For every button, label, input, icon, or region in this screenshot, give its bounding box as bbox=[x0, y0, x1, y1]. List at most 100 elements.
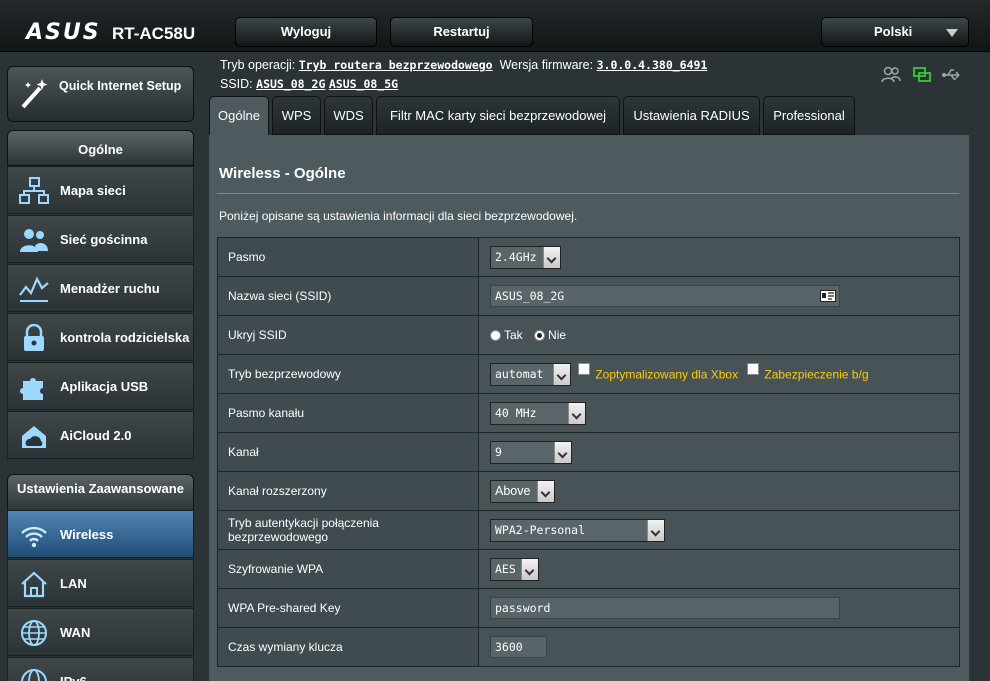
sidebar-item-label: Wireless bbox=[60, 527, 114, 542]
table-row: WPA Pre-shared Key password bbox=[217, 588, 960, 628]
auth-method-label: Tryb autentykacji połączenia bezprzewodo… bbox=[217, 510, 479, 550]
ssid-5g-link[interactable]: ASUS_08_5G bbox=[329, 77, 398, 91]
hide-ssid-label: Ukryj SSID bbox=[217, 315, 479, 355]
table-row: Czas wymiany klucza 3600 bbox=[217, 627, 960, 667]
chevron-down-icon bbox=[521, 558, 538, 580]
wireless-mode-value: automat bbox=[495, 366, 544, 381]
sidebar-item-lan[interactable]: LAN bbox=[7, 559, 194, 607]
chevron-down-icon bbox=[553, 363, 570, 385]
tab-wps[interactable]: WPS bbox=[272, 96, 321, 135]
usb-application-icon bbox=[20, 378, 43, 400]
table-row: Szyfrowanie WPA AES bbox=[217, 549, 960, 589]
ipv6-globe-icon bbox=[21, 669, 47, 681]
chevron-down-icon bbox=[946, 29, 958, 37]
tab-professional[interactable]: Professional bbox=[763, 96, 855, 135]
sidebar-item-wan[interactable]: WAN bbox=[7, 608, 194, 656]
table-row: Tryb bezprzewodowy automat Zoptymalizowa… bbox=[217, 354, 960, 394]
wireless-mode-select[interactable]: automat bbox=[490, 362, 571, 386]
ext-channel-value: Above bbox=[495, 483, 531, 498]
network-map-icon bbox=[19, 177, 49, 204]
asus-logo: ASUS bbox=[26, 20, 101, 45]
id-card-icon bbox=[820, 290, 836, 302]
status-line-ssid: SSID: ASUS_08_2G ASUS_08_5G bbox=[220, 77, 398, 91]
tab-wds[interactable]: WDS bbox=[324, 96, 373, 135]
sidebar-item-network-map[interactable]: Mapa sieci bbox=[7, 166, 194, 214]
ssid-input[interactable]: ASUS_08_2G bbox=[490, 285, 840, 307]
ext-channel-select[interactable]: Above bbox=[490, 479, 555, 503]
hide-ssid-yes-radio[interactable] bbox=[490, 329, 501, 341]
usb-icon[interactable] bbox=[941, 65, 963, 85]
wireless-mode-label: Tryb bezprzewodowy bbox=[217, 354, 479, 394]
sidebar-item-guest-network[interactable]: Sieć gościnna bbox=[7, 215, 194, 263]
aicloud-icon bbox=[22, 426, 46, 448]
chevron-down-icon bbox=[647, 519, 664, 541]
sidebar-item-parental-control[interactable]: kontrola rodzicielska bbox=[7, 313, 194, 361]
sidebar-item-wireless[interactable]: Wireless bbox=[7, 510, 194, 558]
key-rotation-input[interactable]: 3600 bbox=[490, 636, 547, 658]
logout-button[interactable]: Wyloguj bbox=[235, 17, 377, 47]
page-title: Wireless - Ogólne bbox=[219, 165, 346, 182]
reboot-button[interactable]: Restartuj bbox=[390, 17, 533, 47]
wan-globe-icon bbox=[21, 620, 47, 646]
sidebar-item-traffic-manager[interactable]: Menadżer ruchu bbox=[7, 264, 194, 312]
xbox-optimized-checkbox[interactable] bbox=[578, 362, 591, 375]
sidebar-item-label: Aplikacja USB bbox=[60, 379, 149, 394]
wpa-encryption-select[interactable]: AES bbox=[490, 557, 539, 581]
sidebar-item-aicloud[interactable]: AiCloud 2.0 bbox=[7, 411, 194, 459]
tab-radius[interactable]: Ustawienia RADIUS bbox=[623, 96, 760, 135]
psk-input[interactable]: password bbox=[490, 597, 840, 619]
traffic-manager-icon bbox=[19, 276, 49, 302]
bandwidth-label: Pasmo kanału bbox=[217, 393, 479, 433]
band-select[interactable]: 2.4GHz bbox=[490, 245, 561, 269]
op-mode-link[interactable]: Tryb routera bezprzewodowego bbox=[299, 58, 493, 72]
clients-icon[interactable] bbox=[880, 65, 902, 85]
status-line-operation: Tryb operacji: Tryb routera bezprzewodow… bbox=[220, 58, 707, 72]
ssid-label: Nazwa sieci (SSID) bbox=[217, 276, 479, 316]
table-row: Kanał 9 bbox=[217, 432, 960, 472]
internet-status-icon[interactable] bbox=[911, 65, 933, 85]
sidebar-item-label: kontrola rodzicielska bbox=[60, 330, 190, 345]
section-general-header: Ogólne bbox=[7, 130, 194, 166]
sidebar-item-ipv6[interactable]: IPv6 bbox=[7, 657, 194, 681]
main-panel: Wireless - Ogólne Poniżej opisane są ust… bbox=[209, 135, 969, 681]
auth-method-select[interactable]: WPA2-Personal bbox=[490, 518, 665, 542]
firmware-link[interactable]: 3.0.0.4.380_6491 bbox=[597, 58, 708, 72]
channel-label: Kanał bbox=[217, 432, 479, 472]
title-divider bbox=[217, 193, 959, 194]
wpa-encryption-label: Szyfrowanie WPA bbox=[217, 549, 479, 589]
band-label: Pasmo bbox=[217, 237, 479, 277]
channel-value: 9 bbox=[495, 444, 502, 459]
top-header: ASUS RT-AC58U Wyloguj Restartuj Polski bbox=[0, 0, 990, 52]
firmware-label: Wersja firmware: bbox=[499, 58, 594, 72]
band-value: 2.4GHz bbox=[495, 249, 537, 264]
channel-select[interactable]: 9 bbox=[490, 440, 572, 464]
guest-network-icon bbox=[20, 229, 48, 252]
tab-general[interactable]: Ogólne bbox=[209, 96, 269, 135]
wireless-settings-table: Pasmo 2.4GHz Nazwa sieci (SSID) ASUS_08_… bbox=[217, 237, 960, 667]
ssid-2g-link[interactable]: ASUS_08_2G bbox=[256, 77, 325, 91]
quick-internet-setup-button[interactable]: Quick Internet Setup bbox=[7, 66, 194, 122]
wpa-encryption-value: AES bbox=[495, 561, 516, 576]
sidebar-item-label: LAN bbox=[60, 576, 87, 591]
tab-bar: Ogólne WPS WDS Filtr MAC karty sieci bez… bbox=[209, 96, 969, 135]
chevron-down-icon bbox=[537, 480, 554, 502]
table-row: Kanał rozszerzony Above bbox=[217, 471, 960, 511]
bg-protection-checkbox[interactable] bbox=[747, 362, 760, 375]
xbox-optimized-label: Zoptymalizowany dla Xbox bbox=[595, 367, 739, 381]
table-row: Pasmo 2.4GHz bbox=[217, 237, 960, 277]
bandwidth-select[interactable]: 40 MHz bbox=[490, 401, 586, 425]
sidebar-item-usb-application[interactable]: Aplikacja USB bbox=[7, 362, 194, 410]
table-row: Nazwa sieci (SSID) ASUS_08_2G bbox=[217, 276, 960, 316]
status-strip: Tryb operacji: Tryb routera bezprzewodow… bbox=[200, 53, 990, 95]
ssid-label: SSID: bbox=[220, 77, 253, 91]
tab-mac-filter[interactable]: Filtr MAC karty sieci bezprzewodowej bbox=[376, 96, 620, 135]
op-mode-label: Tryb operacji: bbox=[220, 58, 296, 72]
hide-ssid-no-radio[interactable] bbox=[534, 329, 546, 341]
sidebar-item-label: WAN bbox=[60, 625, 91, 640]
language-select[interactable]: Polski bbox=[821, 17, 969, 47]
section-advanced-header: Ustawienia Zaawansowane bbox=[7, 474, 194, 512]
psk-label: WPA Pre-shared Key bbox=[217, 588, 479, 628]
bg-protection-label: Zabezpieczenie b/g bbox=[764, 367, 869, 381]
ssid-value: ASUS_08_2G bbox=[495, 289, 565, 303]
sidebar-item-label: IPv6 bbox=[60, 658, 190, 681]
